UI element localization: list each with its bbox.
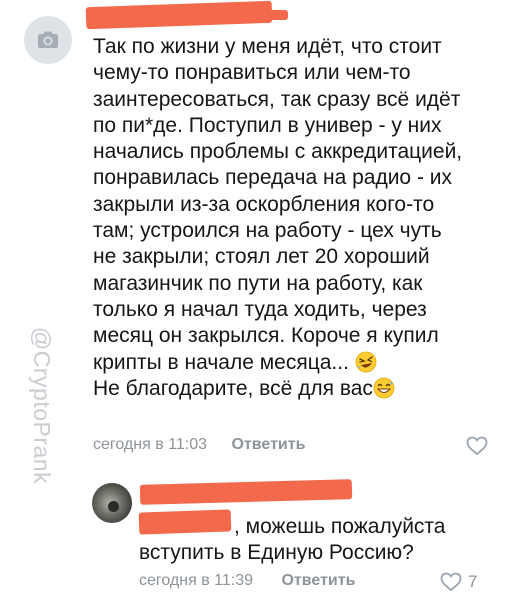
comment-line: понравилась передача на радио - их	[93, 166, 452, 190]
comment-line-text: Не благодарите, всё для вас	[93, 376, 373, 400]
comment-line: по пи*де. Поступил в универ - у них	[93, 113, 442, 137]
reply-meta: сегодня в 11:39 Ответить	[139, 572, 355, 590]
comment-line: чему-то понравиться или чем-то	[93, 61, 411, 85]
heart-icon[interactable]	[440, 572, 462, 592]
comment-line: только я начал туда ходить, через	[93, 297, 427, 321]
comment-meta: сегодня в 11:03 Ответить	[93, 436, 305, 454]
grin-sweat-emoji-icon	[373, 377, 395, 399]
reply-line: вступить в Единую Россию?	[139, 541, 414, 565]
camera-icon	[38, 31, 58, 48]
redacted-reply-author-name-overlay	[236, 487, 314, 500]
comment-text: Так по жизни у меня идёт, что стоит чему…	[93, 34, 488, 402]
avatar-photo	[108, 501, 119, 512]
comment-thread: @CryptoPrank Так по жизни у меня идёт, ч…	[0, 0, 507, 604]
reply-button[interactable]: Ответить	[281, 572, 355, 589]
comment-line-text: крипты в начале месяца...	[93, 350, 349, 374]
redacted-author-name-overlay	[196, 10, 288, 20]
comment-line-with-emoji: Не благодарите, всё для вас	[93, 376, 488, 402]
avatar[interactable]	[24, 16, 72, 64]
comment-line: магазинчик по пути на работу, как	[93, 271, 423, 295]
reply-text: , можешь пожалуйста вступить в Единую Ро…	[139, 514, 489, 567]
comment-time: сегодня в 11:03	[93, 436, 208, 453]
reply-button[interactable]: Ответить	[231, 436, 305, 453]
comment-line: начались проблемы с аккредитацией,	[93, 140, 463, 164]
reply-line: , можешь пожалуйста	[234, 515, 446, 538]
reply-time: сегодня в 11:39	[139, 572, 254, 589]
heart-icon[interactable]	[466, 436, 488, 456]
comment-line: там; устроился на работу - цех чуть	[93, 219, 442, 243]
comment-line: Так по жизни у меня идёт, что стоит	[93, 35, 442, 58]
comment-line: не закрыли; стоял лет 20 хороший	[93, 245, 430, 269]
watermark-text: @CryptoPrank	[29, 326, 56, 484]
comment-line: закрыли из-за оскорбления кого-то	[93, 192, 435, 216]
watermark: @CryptoPrank	[22, 300, 62, 510]
rofl-emoji-icon	[355, 351, 377, 372]
comment-line: месяц он закрылся. Короче я купил	[93, 324, 439, 348]
comment-line: заинтересоваться, так сразу всё идёт	[93, 87, 461, 111]
comment-line-with-emoji: крипты в начале месяца...	[93, 350, 488, 376]
reply-avatar[interactable]	[92, 483, 132, 523]
like-count: 7	[468, 572, 478, 591]
